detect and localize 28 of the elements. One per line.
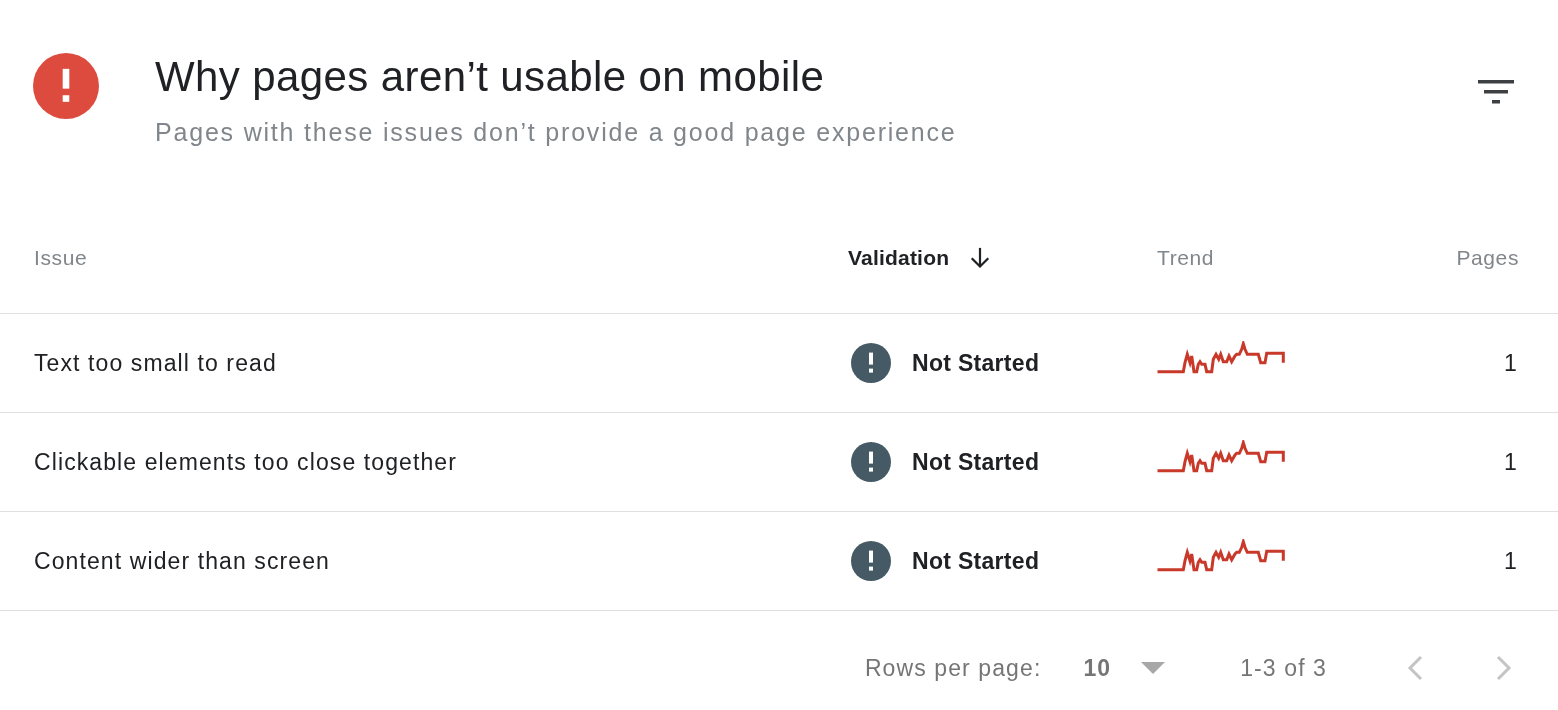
issue-name: Text too small to read: [34, 349, 277, 377]
exclamation-icon: [851, 343, 891, 383]
page-count: 1: [1504, 349, 1518, 377]
chevron-left-icon: [1407, 655, 1423, 681]
validation-status: Not Started: [912, 547, 1040, 575]
arrow-down-icon: [969, 247, 992, 269]
validation-status: Not Started: [912, 349, 1040, 377]
rows-per-page-select[interactable]: 10: [1083, 648, 1166, 688]
exclamation-icon: [33, 53, 99, 119]
rows-per-page-label: Rows per page:: [864, 654, 1042, 683]
column-header[interactable]: Trend: [1157, 230, 1457, 286]
exclamation-icon: [851, 442, 891, 482]
column-header[interactable]: Validation: [848, 230, 1157, 286]
section-subtitle: Pages with these issues don’t provide a good page experience: [155, 117, 958, 148]
chevron-right-icon: [1496, 655, 1512, 681]
section-title: Why pages aren’t usable on mobile: [155, 53, 826, 101]
page-count: 1: [1504, 547, 1518, 575]
issue-name: Clickable elements too close together: [34, 448, 457, 476]
filter-icon: [1478, 80, 1514, 104]
filter-button[interactable]: [1478, 80, 1514, 104]
column-header[interactable]: Issue: [34, 230, 848, 286]
caret-icon: [1141, 662, 1166, 674]
exclamation-icon: [851, 541, 891, 581]
page-range: 1-3 of 3: [1240, 654, 1327, 683]
column-header[interactable]: Pages: [1456, 230, 1519, 286]
page-count: 1: [1504, 448, 1518, 476]
issue-name: Content wider than screen: [34, 547, 330, 575]
validation-status: Not Started: [912, 448, 1040, 476]
